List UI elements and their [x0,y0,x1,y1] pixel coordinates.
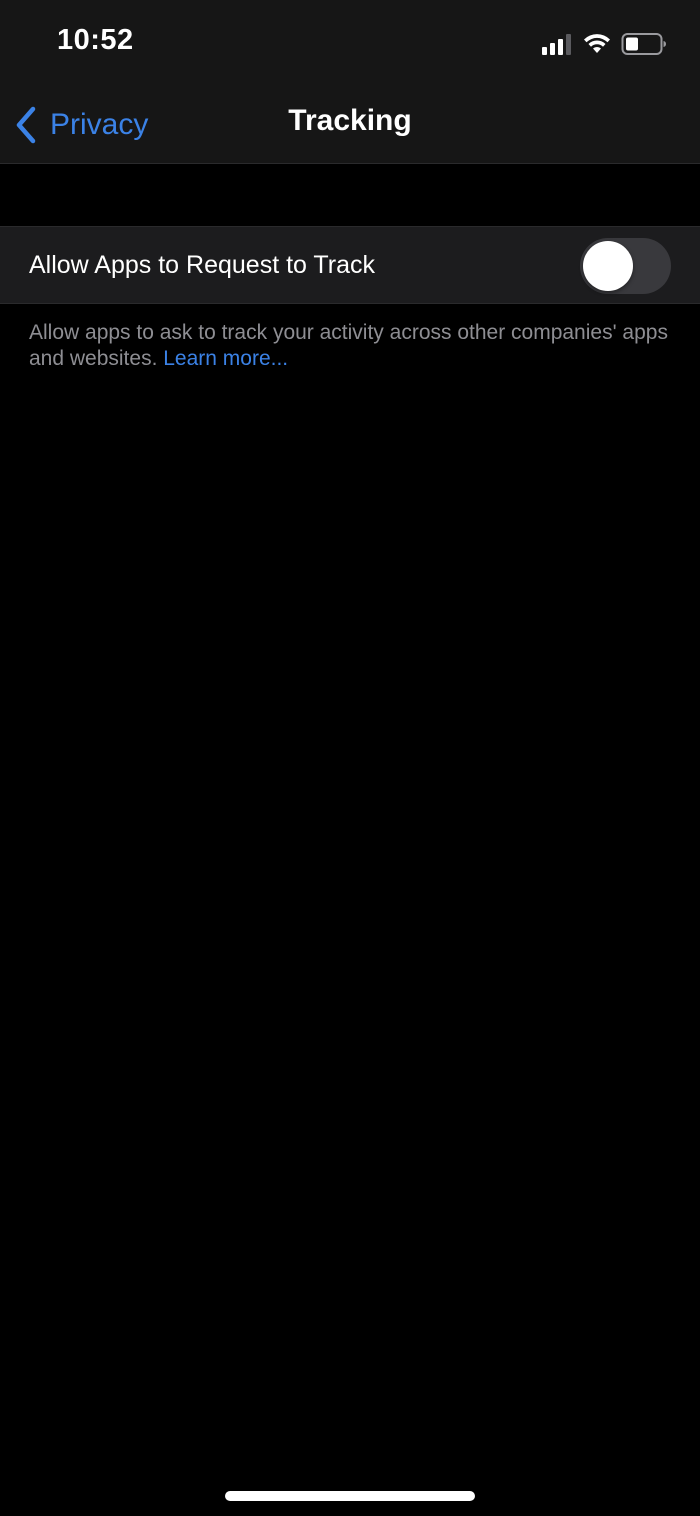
learn-more-link[interactable]: Learn more... [163,347,288,370]
signal-icon [542,34,571,55]
allow-tracking-row: Allow Apps to Request to Track [0,226,700,304]
status-time: 10:52 [57,24,134,56]
allow-tracking-label: Allow Apps to Request to Track [29,251,376,279]
battery-icon [621,33,666,55]
page-title: Tracking [288,104,412,137]
nav-divider [0,163,700,164]
toggle-knob [583,241,633,291]
tracking-description-text: Allow apps to ask to track your activity… [29,321,668,370]
wifi-icon [584,34,610,53]
home-indicator[interactable] [225,1491,475,1501]
navigation-header: 10:52 Privacy Tracking [0,0,700,164]
allow-tracking-toggle[interactable] [580,238,671,294]
tracking-description: Allow apps to ask to track your activity… [29,320,669,372]
